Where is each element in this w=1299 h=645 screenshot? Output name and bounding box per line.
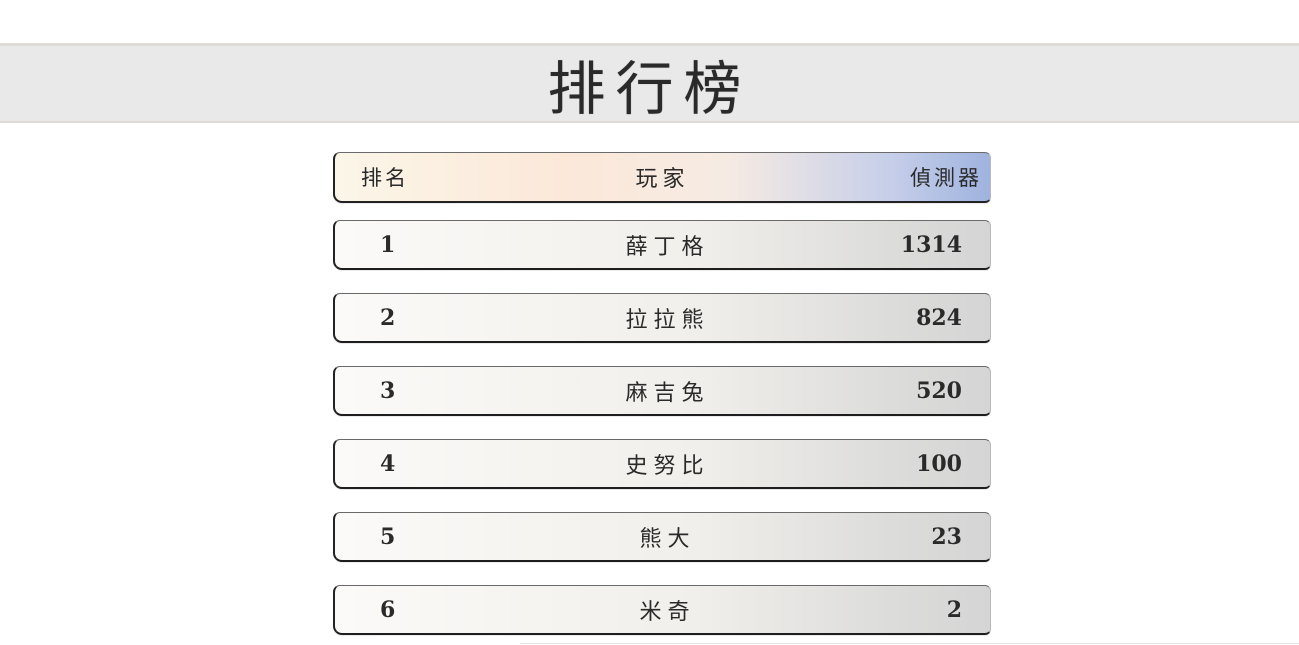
table-row: 3 麻吉兔 520	[333, 366, 991, 416]
player-cell: 麻吉兔	[625, 380, 710, 406]
player-cell: 史努比	[625, 453, 710, 479]
score-cell: 23	[931, 523, 962, 550]
leaderboard-page: 排行榜 排名 玩家 偵測器 1 薛丁格 1314 2 拉拉熊 824 3 麻吉兔…	[0, 0, 1299, 645]
score-cell: 2	[946, 596, 962, 623]
player-cell: 熊大	[639, 526, 696, 552]
player-cell: 拉拉熊	[625, 307, 710, 333]
table-row: 6 米奇 2	[333, 585, 991, 635]
header-detector: 偵測器	[910, 166, 982, 190]
table-row: 2 拉拉熊 824	[333, 293, 991, 343]
score-cell: 100	[916, 450, 962, 477]
table-row: 1 薛丁格 1314	[333, 220, 991, 270]
page-title: 排行榜	[547, 54, 752, 123]
table-header-row: 排名 玩家 偵測器	[333, 152, 991, 203]
title-band: 排行榜	[0, 43, 1299, 123]
score-cell: 520	[916, 377, 962, 404]
bottom-divider	[520, 643, 1299, 644]
table-row: 4 史努比 100	[333, 439, 991, 489]
player-cell: 薛丁格	[625, 234, 710, 260]
header-player: 玩家	[635, 167, 690, 192]
score-cell: 1314	[900, 231, 962, 258]
player-cell: 米奇	[639, 599, 696, 625]
score-cell: 824	[916, 304, 962, 331]
table-row: 5 熊大 23	[333, 512, 991, 562]
leaderboard-table: 排名 玩家 偵測器 1 薛丁格 1314 2 拉拉熊 824 3 麻吉兔 520…	[333, 152, 991, 645]
